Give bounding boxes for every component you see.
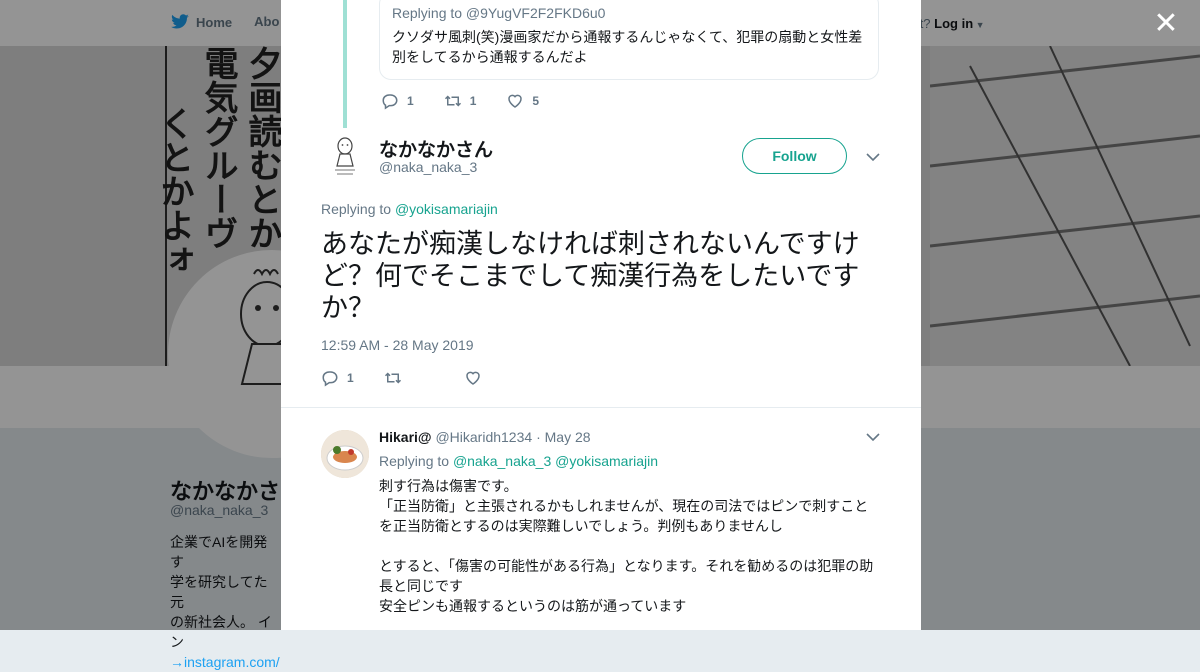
retweet-icon xyxy=(444,95,461,107)
reply-button[interactable]: 1 xyxy=(381,92,414,110)
reply-icon xyxy=(322,371,338,387)
main-display-name[interactable]: なかなかさん xyxy=(379,135,493,162)
main-replying-to: Replying to @yokisamariajin xyxy=(321,201,498,217)
retweet-button[interactable] xyxy=(384,369,402,387)
thread-line xyxy=(343,0,347,128)
main-tweet-text: あなたが痴漢しなければ刺されないんですけど？何でそこまでして痴漢行為をしたいです… xyxy=(321,229,860,323)
like-icon xyxy=(465,371,480,385)
tweet-modal: Replying to @9YugVF2F2FKD6u0 クソダサ風刺(笑)漫画… xyxy=(281,0,921,630)
character-avatar-icon xyxy=(335,137,355,175)
food-photo-icon xyxy=(321,430,369,478)
replying-handle[interactable]: @yokisamariajin xyxy=(395,201,498,217)
main-tweet-actions: 1 xyxy=(321,369,512,387)
close-icon[interactable]: ✕ xyxy=(1152,9,1180,39)
previous-tweet-text: クソダサ風刺(笑)漫画家だから通報するんじゃなくて、犯罪の扇動と女性差別をしてる… xyxy=(392,29,863,65)
previous-tweet-card[interactable]: Replying to @9YugVF2F2FKD6u0 クソダサ風刺(笑)漫画… xyxy=(379,0,879,80)
retweet-icon xyxy=(384,372,401,384)
replying-handle-1[interactable]: @naka_naka_3 xyxy=(453,453,551,469)
chevron-down-icon[interactable] xyxy=(866,432,880,442)
reply-icon xyxy=(382,94,398,110)
reply-count: 1 xyxy=(347,371,354,385)
reply-count: 1 xyxy=(407,94,414,108)
bio-link[interactable]: →instagram.com/ xyxy=(170,654,280,670)
retweet-count: 1 xyxy=(469,94,477,108)
reply-button[interactable]: 1 xyxy=(321,369,354,387)
previous-tweet-actions: 1 1 5 xyxy=(381,92,569,110)
reply-avatar[interactable] xyxy=(321,430,369,478)
chevron-down-icon[interactable] xyxy=(866,152,880,162)
reply-header: Hikari@ @Hikaridh1234 · May 28 xyxy=(379,429,591,445)
reply-display-name[interactable]: Hikari@ xyxy=(379,429,432,445)
main-handle[interactable]: @naka_naka_3 xyxy=(379,159,477,175)
reply-date[interactable]: · May 28 xyxy=(536,429,590,445)
like-button[interactable]: 5 xyxy=(506,92,539,110)
retweet-button[interactable]: 1 xyxy=(444,92,477,110)
main-tweet-timestamp[interactable]: 12:59 AM - 28 May 2019 xyxy=(321,337,474,353)
replying-prefix: Replying to xyxy=(379,453,450,469)
follow-button[interactable]: Follow xyxy=(742,138,847,174)
like-icon xyxy=(508,94,523,108)
reply-handle[interactable]: @Hikaridh1234 xyxy=(435,429,532,445)
like-button[interactable] xyxy=(464,369,482,387)
divider xyxy=(281,407,921,408)
previous-replying-to: Replying to @9YugVF2F2FKD6u0 xyxy=(392,5,606,21)
replying-handle-2[interactable]: @yokisamariajin xyxy=(555,453,658,469)
reply-tweet-text: 刺す行為は傷害です。 「正当防衛」と主張されるかもしれませんが、現在の司法ではピ… xyxy=(379,478,874,614)
like-count: 5 xyxy=(532,94,540,108)
main-avatar[interactable] xyxy=(321,132,369,180)
reply-replying-to: Replying to @naka_naka_3 @yokisamariajin xyxy=(379,453,658,469)
replying-prefix: Replying to xyxy=(321,201,392,217)
